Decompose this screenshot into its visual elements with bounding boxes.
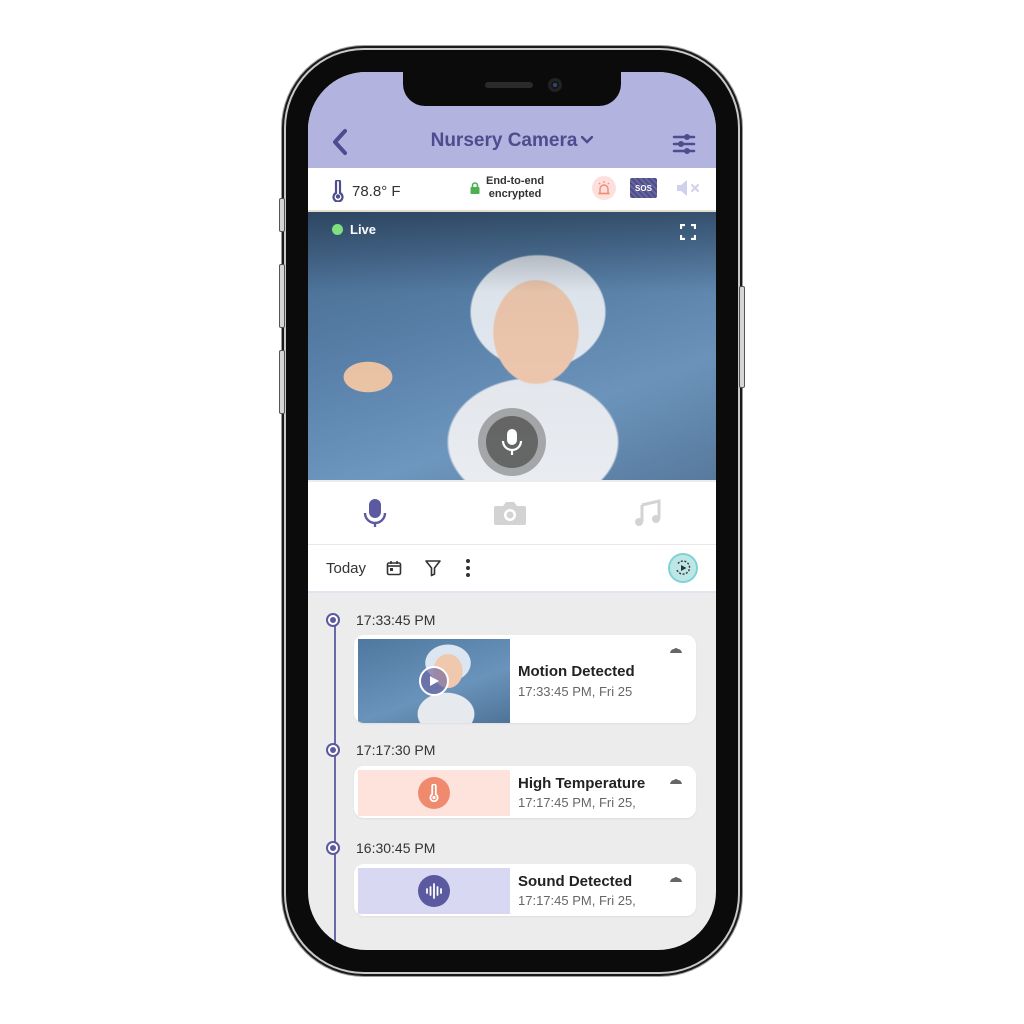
- encryption-line-1: End-to-end: [486, 175, 545, 187]
- settings-button[interactable]: [672, 132, 696, 156]
- microphone-icon: [501, 429, 523, 455]
- phone-frame: Nursery Camera 78.8° F End-to-end encrypt…: [279, 50, 745, 972]
- siren-icon: [598, 181, 610, 195]
- sliders-icon: [672, 134, 696, 154]
- event-title: Sound Detected: [518, 873, 633, 890]
- device-status-bar: 78.8° F End-to-end encrypted SOS: [308, 168, 716, 212]
- lullaby-button[interactable]: [630, 496, 664, 530]
- replay-icon: [676, 560, 691, 575]
- microphone-icon: [363, 499, 387, 527]
- music-note-icon: [635, 499, 661, 526]
- push-to-talk-button[interactable]: [478, 408, 546, 476]
- live-dot-icon: [332, 224, 343, 235]
- live-indicator: Live: [332, 222, 376, 237]
- volume-up-button: [279, 264, 285, 328]
- notch: [403, 72, 621, 106]
- talk-tool-button[interactable]: [358, 496, 392, 530]
- thermometer-icon: [332, 180, 344, 202]
- timeline-line: [334, 619, 336, 950]
- temperature-readout: 78.8° F: [332, 180, 401, 202]
- event-time: 16:30:45 PM: [356, 840, 436, 856]
- mute-toggle[interactable]: [674, 178, 702, 198]
- camera-icon: [494, 502, 526, 525]
- event-time: 17:17:30 PM: [356, 742, 436, 758]
- replay-button[interactable]: [668, 553, 698, 583]
- timeline-node: [326, 613, 340, 627]
- more-options-button[interactable]: [458, 558, 478, 578]
- sound-badge: [418, 875, 450, 907]
- play-button[interactable]: [419, 666, 449, 696]
- filter-button[interactable]: [423, 558, 443, 578]
- cloud-icon: [670, 779, 682, 784]
- event-time: 17:33:45 PM: [356, 612, 436, 628]
- page-title: Nursery Camera: [430, 130, 578, 151]
- event-card-sound[interactable]: Sound Detected 17:17:45 PM, Fri 25,: [354, 864, 696, 916]
- silent-switch: [279, 198, 285, 232]
- sos-label: SOS: [635, 183, 652, 193]
- event-subtitle: 17:17:45 PM, Fri 25,: [518, 795, 636, 810]
- event-subtitle: 17:33:45 PM, Fri 25: [518, 684, 633, 699]
- event-timeline: 17:33:45 PM Motion Detected 17:33:45 PM,…: [308, 593, 716, 950]
- timeline-node: [326, 743, 340, 757]
- camera-selector[interactable]: Nursery Camera: [308, 130, 716, 152]
- timeline-filter-bar: Today: [308, 545, 716, 593]
- event-title: High Temperature: [518, 775, 646, 792]
- chevron-down-icon: [581, 132, 594, 147]
- temperature-value: 78.8° F: [352, 182, 401, 200]
- live-label: Live: [350, 222, 377, 237]
- sound-wave-icon: [426, 883, 442, 899]
- camera-tools: [308, 482, 716, 545]
- power-button: [739, 286, 745, 388]
- encryption-line-2: encrypted: [488, 188, 542, 200]
- event-subtitle: 17:17:45 PM, Fri 25,: [518, 893, 636, 908]
- lock-icon: [470, 182, 480, 194]
- event-thumbnail: [358, 639, 510, 723]
- event-card-temperature[interactable]: High Temperature 17:17:45 PM, Fri 25,: [354, 766, 696, 818]
- event-icon-panel: [358, 770, 510, 816]
- sos-button[interactable]: SOS: [630, 178, 657, 198]
- event-card-motion[interactable]: Motion Detected 17:33:45 PM, Fri 25: [354, 635, 696, 723]
- play-icon: [430, 676, 439, 686]
- siren-button[interactable]: [592, 176, 616, 200]
- event-title: Motion Detected: [518, 663, 635, 680]
- live-video-feed[interactable]: Live: [308, 212, 716, 480]
- cloud-icon: [670, 877, 682, 882]
- thermometer-icon: [429, 784, 439, 802]
- fullscreen-icon: [679, 223, 697, 241]
- encryption-status: End-to-end encrypted: [470, 175, 544, 201]
- temperature-badge: [418, 777, 450, 809]
- event-icon-panel: [358, 868, 510, 914]
- timeline-node: [326, 841, 340, 855]
- volume-down-button: [279, 350, 285, 414]
- calendar-icon: [386, 561, 402, 576]
- speaker-muted-icon: [677, 180, 699, 196]
- more-vertical-icon: [466, 559, 470, 577]
- snapshot-button[interactable]: [493, 496, 527, 530]
- filter-icon: [425, 560, 441, 577]
- date-label[interactable]: Today: [326, 560, 366, 577]
- earpiece: [485, 82, 533, 88]
- cloud-icon: [670, 648, 682, 653]
- fullscreen-button[interactable]: [679, 223, 697, 241]
- calendar-button[interactable]: [384, 558, 404, 578]
- front-camera: [548, 78, 562, 92]
- app-screen: Nursery Camera 78.8° F End-to-end encrypt…: [308, 72, 716, 950]
